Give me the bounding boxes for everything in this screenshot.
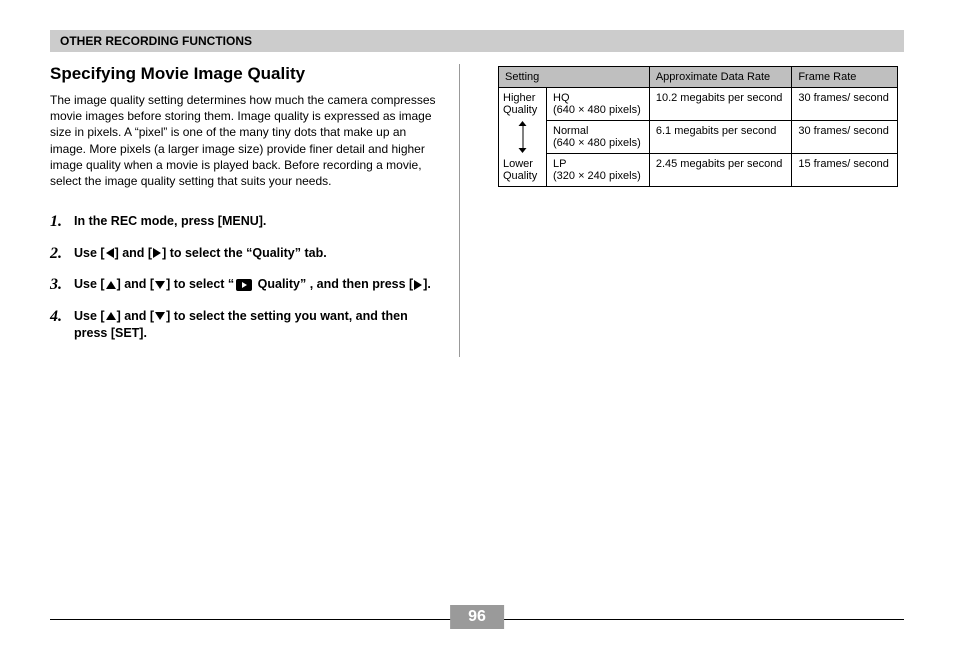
step-3-text-d: Quality” , and then press [: [254, 277, 413, 291]
left-column: Specifying Movie Image Quality The image…: [50, 64, 460, 357]
step-3-text-b: ] and [: [117, 277, 155, 291]
steps-list: In the REC mode, press [MENU]. Use [ ] an…: [50, 213, 441, 343]
quality-scale-top: Higher Quality: [503, 92, 542, 116]
cell-frame-rate: 15 frames/ second: [792, 154, 898, 187]
right-column: Setting Approximate Data Rate Frame Rate…: [490, 64, 904, 357]
step-4-text-a: Use [: [74, 309, 105, 323]
cell-setting-name: Normal (640 × 480 pixels): [547, 121, 650, 154]
row1-name: Normal: [553, 125, 588, 137]
step-1: In the REC mode, press [MENU].: [50, 213, 441, 231]
cell-data-rate: 6.1 megabits per second: [649, 121, 791, 154]
step-2: Use [ ] and [ ] to select the “Quality” ta…: [50, 245, 441, 263]
step-3: Use [ ] and [ ] to select “ Quality” , and…: [50, 276, 441, 294]
quality-scale-cell: Higher Quality Lower Quality: [499, 88, 547, 187]
right-arrow-icon: [414, 280, 422, 290]
up-arrow-icon: [106, 281, 116, 289]
table-row: LP (320 × 240 pixels) 2.45 megabits per …: [499, 154, 898, 187]
step-2-text-c: ] to select the “Quality” tab.: [162, 246, 327, 260]
down-arrow-icon: [155, 281, 165, 289]
cell-data-rate: 10.2 megabits per second: [649, 88, 791, 121]
row2-pixels: (320 × 240 pixels): [553, 170, 641, 182]
step-2-text-b: ] and [: [115, 246, 153, 260]
th-setting: Setting: [499, 67, 650, 88]
step-3-text-e: ].: [423, 277, 431, 291]
step-3-text-c: ] to select “: [166, 277, 234, 291]
intro-paragraph: The image quality setting determines how…: [50, 92, 441, 189]
page-title: Specifying Movie Image Quality: [50, 64, 441, 84]
up-arrow-icon: [106, 312, 116, 320]
step-3-text-a: Use [: [74, 277, 105, 291]
cell-setting-name: LP (320 × 240 pixels): [547, 154, 650, 187]
quality-settings-table: Setting Approximate Data Rate Frame Rate…: [498, 66, 898, 187]
right-arrow-icon: [153, 248, 161, 258]
page-footer: 96: [0, 613, 954, 620]
row2-name: LP: [553, 158, 566, 170]
quality-scale-bottom: Lower Quality: [503, 158, 542, 182]
th-frame-rate: Frame Rate: [792, 67, 898, 88]
row0-pixels: (640 × 480 pixels): [553, 104, 641, 116]
table-row: Higher Quality Lower Quality HQ (640 × 4…: [499, 88, 898, 121]
cell-frame-rate: 30 frames/ second: [792, 121, 898, 154]
row1-pixels: (640 × 480 pixels): [553, 137, 641, 149]
cell-setting-name: HQ (640 × 480 pixels): [547, 88, 650, 121]
step-4: Use [] and [] to select the setting you …: [50, 308, 441, 343]
table-row: Normal (640 × 480 pixels) 6.1 megabits p…: [499, 121, 898, 154]
cell-data-rate: 2.45 megabits per second: [649, 154, 791, 187]
step-2-text-a: Use [: [74, 246, 105, 260]
section-header: OTHER RECORDING FUNCTIONS: [50, 30, 904, 52]
th-data-rate: Approximate Data Rate: [649, 67, 791, 88]
down-arrow-icon: [155, 312, 165, 320]
step-4-text-b: ] and [: [117, 309, 155, 323]
page-number-badge: 96: [450, 605, 504, 629]
step-1-text: In the REC mode, press [MENU].: [74, 214, 266, 228]
row0-name: HQ: [553, 92, 570, 104]
cell-frame-rate: 30 frames/ second: [792, 88, 898, 121]
double-arrow-vertical-icon: [522, 125, 523, 149]
movie-mode-icon: [236, 279, 252, 291]
left-arrow-icon: [106, 248, 114, 258]
